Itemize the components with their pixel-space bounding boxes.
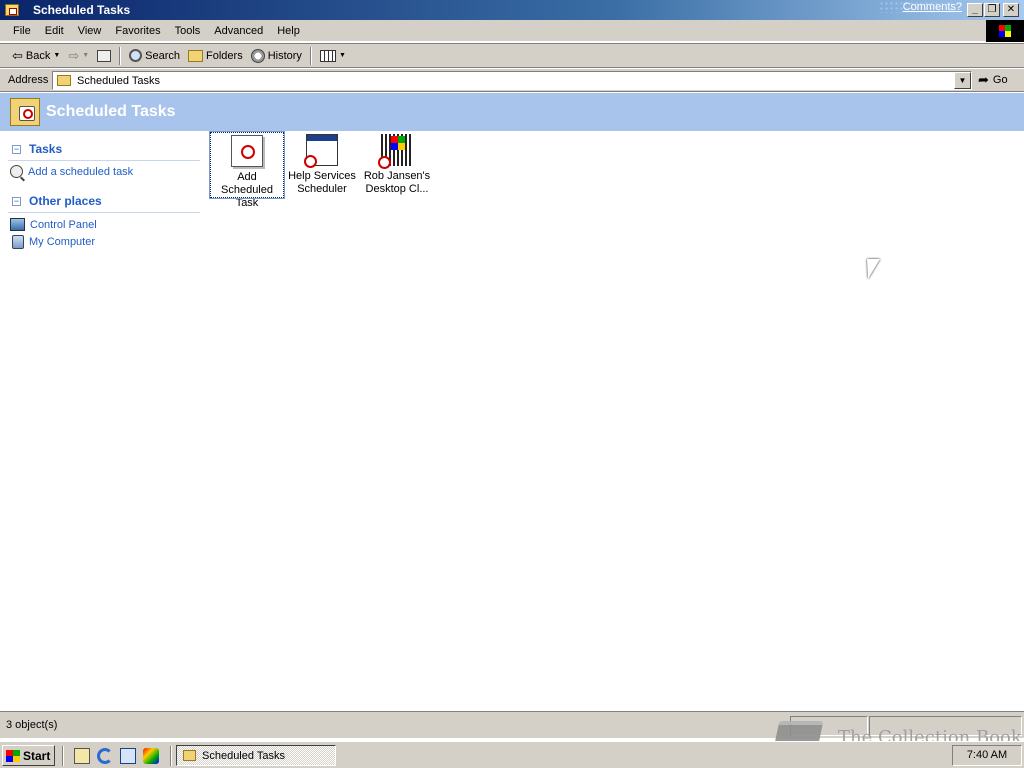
menu-tools[interactable]: Tools xyxy=(168,23,208,39)
my-computer-label[interactable]: My Computer xyxy=(29,236,95,248)
search-button[interactable]: Search xyxy=(125,45,184,66)
menu-bar: File Edit View Favorites Tools Advanced … xyxy=(0,20,1024,42)
menu-advanced[interactable]: Advanced xyxy=(207,23,270,39)
taskbar-button-label: Scheduled Tasks xyxy=(202,749,285,762)
menu-favorites[interactable]: Favorites xyxy=(108,23,167,39)
search-label: Search xyxy=(145,49,181,62)
go-arrow-icon: ➦ xyxy=(978,72,989,87)
start-label: Start xyxy=(23,748,51,763)
file-item-rob-jansen-task[interactable]: Rob Jansen's Desktop Cl... xyxy=(360,132,434,198)
toolbar-separator xyxy=(309,46,312,65)
magnifier-icon xyxy=(10,165,23,178)
media-player-icon[interactable] xyxy=(143,748,159,764)
rob-jansen-task-icon xyxy=(378,134,413,169)
file-item-label: Add Scheduled Task xyxy=(221,171,273,209)
minimize-button[interactable]: _ xyxy=(967,3,983,17)
folder-header-banner: Scheduled Tasks xyxy=(0,93,1024,131)
comments-link[interactable]: Comments? xyxy=(878,1,962,13)
forward-button[interactable]: ⇨ ▼ xyxy=(64,45,93,66)
menu-help[interactable]: Help xyxy=(270,23,307,39)
folder-icon xyxy=(57,75,71,86)
history-icon xyxy=(250,48,265,63)
back-label: Back xyxy=(25,49,51,62)
internet-explorer-icon[interactable] xyxy=(97,748,113,764)
folders-icon xyxy=(188,49,204,62)
show-desktop-icon[interactable] xyxy=(74,748,90,764)
window-title: Scheduled Tasks xyxy=(33,3,131,17)
menu-edit[interactable]: Edit xyxy=(38,23,71,39)
address-label: Address xyxy=(8,74,49,86)
status-text: 3 object(s) xyxy=(6,719,58,731)
file-item-label: Rob Jansen's Desktop Cl... xyxy=(363,170,431,195)
collapse-icon[interactable]: − xyxy=(12,196,21,206)
windows-flag-icon xyxy=(6,749,20,762)
other-places-section-title: Other places xyxy=(29,194,102,208)
address-dropdown-icon[interactable]: ▼ xyxy=(954,72,971,89)
other-places-section-header[interactable]: − Other places xyxy=(0,178,205,208)
my-computer-icon xyxy=(12,235,24,249)
close-button[interactable]: ✕ xyxy=(1003,3,1019,17)
taskbar-separator xyxy=(170,746,172,766)
menu-file[interactable]: File xyxy=(6,23,38,39)
system-tray-clock[interactable]: 7:40 AM xyxy=(952,745,1022,766)
search-icon xyxy=(129,49,143,62)
menu-view[interactable]: View xyxy=(71,23,109,39)
control-panel-label[interactable]: Control Panel xyxy=(30,219,97,231)
windows-logo-icon xyxy=(986,20,1024,42)
add-scheduled-task-link[interactable]: Add a scheduled task xyxy=(0,161,205,178)
toolbar-separator xyxy=(119,46,122,65)
back-dropdown-icon[interactable]: ▼ xyxy=(53,52,60,59)
control-panel-icon xyxy=(10,218,25,231)
file-item-label: Help Services Scheduler xyxy=(288,170,356,195)
file-list-view[interactable]: Add Scheduled Task Help Services Schedul… xyxy=(209,131,1024,710)
forward-arrow-icon: ⇨ xyxy=(68,48,80,63)
views-dropdown-icon: ▼ xyxy=(338,52,346,59)
back-button[interactable]: ⇦ Back ▼ xyxy=(8,45,64,66)
file-item-add-scheduled-task[interactable]: Add Scheduled Task xyxy=(209,131,285,209)
add-scheduled-task-icon xyxy=(231,135,263,167)
views-icon xyxy=(319,49,336,62)
start-button[interactable]: Start xyxy=(2,745,55,766)
mouse-cursor-icon xyxy=(867,259,880,279)
taskbar: Start Scheduled Tasks 7:40 AM xyxy=(0,741,1024,768)
history-label: History xyxy=(267,49,302,62)
collapse-icon[interactable]: − xyxy=(12,144,21,154)
history-button[interactable]: History xyxy=(247,45,306,66)
tasks-section-header[interactable]: − Tasks xyxy=(0,131,205,156)
page-title: Scheduled Tasks xyxy=(46,103,176,120)
folders-label: Folders xyxy=(206,49,243,62)
up-folder-button[interactable] xyxy=(93,45,115,66)
views-button[interactable]: ▼ xyxy=(316,45,350,66)
my-computer-link[interactable]: My Computer xyxy=(0,231,205,249)
go-label: Go xyxy=(992,74,1008,86)
scheduled-tasks-folder-icon xyxy=(10,98,40,126)
control-panel-link[interactable]: Control Panel xyxy=(0,213,205,231)
taskbar-button-scheduled-tasks[interactable]: Scheduled Tasks xyxy=(176,745,336,766)
file-item-help-services-scheduler[interactable]: Help Services Scheduler xyxy=(285,132,359,198)
back-arrow-icon: ⇦ xyxy=(12,48,23,63)
taskbar-separator xyxy=(62,746,64,766)
go-button[interactable]: ➦ Go xyxy=(978,72,1008,88)
task-pane: − Tasks Add a scheduled task − Other pla… xyxy=(0,131,205,711)
up-folder-icon xyxy=(97,49,112,62)
standard-toolbar: ⇦ Back ▼ ⇨ ▼ Search Folders History ▼ xyxy=(0,43,1024,68)
add-scheduled-task-label[interactable]: Add a scheduled task xyxy=(28,166,133,178)
address-bar: Address Scheduled Tasks ▼ ➦ Go xyxy=(0,69,1024,92)
forward-dropdown-icon[interactable]: ▼ xyxy=(82,52,89,59)
folder-icon xyxy=(183,750,196,761)
outlook-express-icon[interactable] xyxy=(120,748,136,764)
title-bar: Scheduled Tasks Comments? _ ❐ ✕ xyxy=(0,0,1024,20)
scheduled-tasks-folder-icon xyxy=(5,4,19,16)
address-input[interactable]: Scheduled Tasks ▼ xyxy=(52,71,972,90)
folders-button[interactable]: Folders xyxy=(184,45,247,66)
address-value: Scheduled Tasks xyxy=(77,74,160,87)
help-services-scheduler-icon xyxy=(304,134,338,168)
tasks-section-title: Tasks xyxy=(29,142,63,156)
restore-button[interactable]: ❐ xyxy=(984,3,1000,17)
